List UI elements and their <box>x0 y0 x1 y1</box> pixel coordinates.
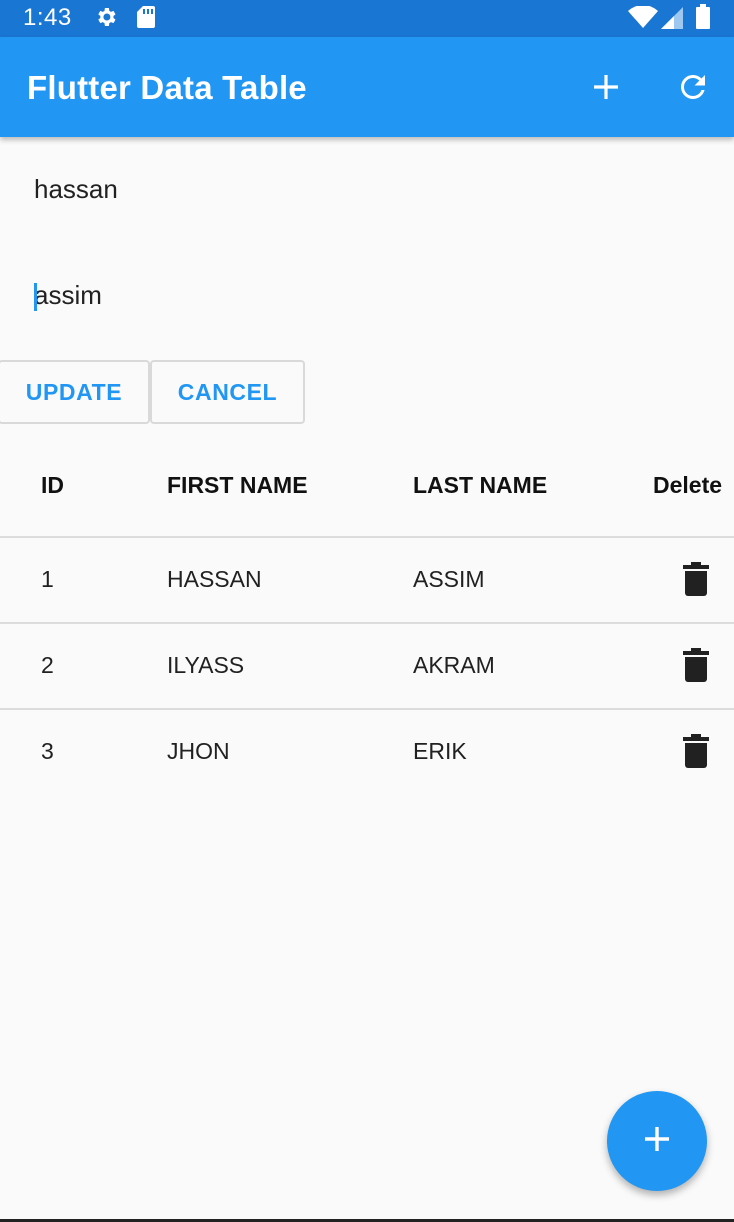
cell-id: 1 <box>41 566 54 592</box>
add-icon <box>641 1123 673 1160</box>
first-name-field[interactable]: hassan <box>34 174 118 205</box>
cell-last-name[interactable]: ERIK <box>413 738 467 765</box>
add-icon[interactable] <box>589 70 623 104</box>
update-button[interactable]: UPDATE <box>0 360 150 424</box>
app-bar: Flutter Data Table <box>0 37 734 137</box>
refresh-icon[interactable] <box>675 69 711 105</box>
delete-icon[interactable] <box>683 562 709 596</box>
screen: 1:43 Flutter Data Table hassan assim UPD… <box>0 0 734 1222</box>
app-title: Flutter Data Table <box>27 69 307 106</box>
column-header-last-name[interactable]: LAST NAME <box>413 472 547 499</box>
column-header-delete: Delete <box>653 472 723 498</box>
last-name-field[interactable]: assim <box>34 280 102 311</box>
table-divider <box>0 708 734 710</box>
wifi-icon <box>628 5 658 35</box>
delete-icon[interactable] <box>683 734 709 768</box>
column-header-id[interactable]: ID <box>41 472 64 499</box>
sd-card-icon <box>136 5 156 34</box>
table-divider <box>0 536 734 538</box>
column-header-first-name[interactable]: FIRST NAME <box>167 472 308 499</box>
delete-icon[interactable] <box>683 648 709 682</box>
signal-icon <box>660 6 684 35</box>
text-cursor <box>34 283 37 311</box>
fab-add-button[interactable] <box>607 1091 707 1191</box>
cell-id: 2 <box>41 652 54 678</box>
cell-first-name[interactable]: HASSAN <box>167 566 262 593</box>
cell-id: 3 <box>41 738 54 764</box>
battery-icon <box>695 4 711 35</box>
status-bar: 1:43 <box>0 0 734 37</box>
cell-first-name[interactable]: JHON <box>167 738 230 765</box>
cell-first-name[interactable]: ILYASS <box>167 652 244 679</box>
table-divider <box>0 622 734 624</box>
gear-icon <box>94 5 118 34</box>
cancel-button[interactable]: CANCEL <box>150 360 305 424</box>
cell-last-name[interactable]: ASSIM <box>413 566 485 593</box>
status-time: 1:43 <box>23 4 72 31</box>
cell-last-name[interactable]: AKRAM <box>413 652 495 679</box>
